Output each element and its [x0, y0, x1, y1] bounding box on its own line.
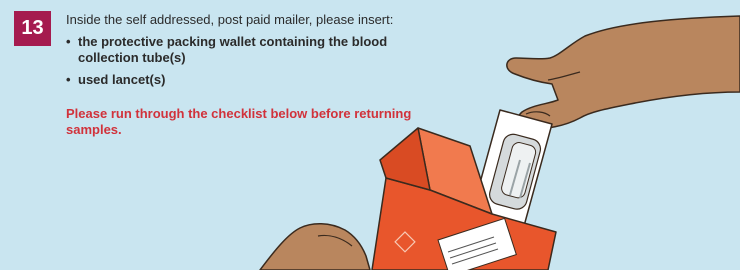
- step-number-badge: 13: [14, 11, 51, 46]
- instruction-intro: Inside the self addressed, post paid mai…: [66, 12, 394, 27]
- list-item: • the protective packing wallet containin…: [66, 34, 426, 66]
- list-item-text: the protective packing wallet containing…: [78, 34, 388, 65]
- right-hand-illustration: [506, 15, 740, 130]
- instruction-text: Inside the self addressed, post paid mai…: [66, 12, 426, 138]
- insert-items-list: • the protective packing wallet containin…: [66, 34, 426, 88]
- bullet: •: [66, 34, 71, 49]
- instruction-panel: 13 Inside the self addressed, post paid …: [0, 0, 740, 270]
- list-item: • used lancet(s): [66, 72, 426, 88]
- checklist-note: Please run through the checklist below b…: [66, 106, 412, 137]
- bullet: •: [66, 72, 71, 87]
- list-item-text: used lancet(s): [78, 72, 166, 87]
- left-hand-illustration: [259, 223, 371, 270]
